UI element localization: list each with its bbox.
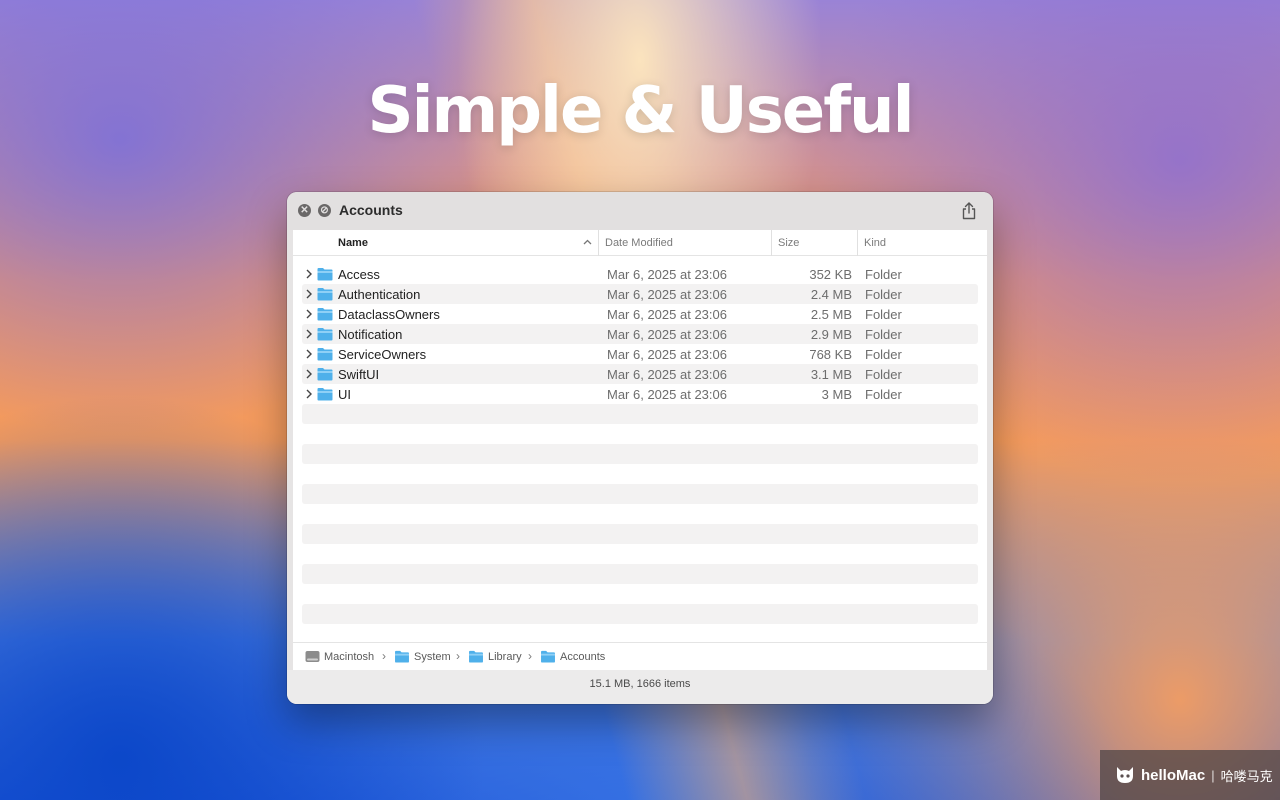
column-date-header[interactable]: Date Modified [598,230,771,256]
folder-icon [317,268,333,281]
disclosure-chevron-icon[interactable] [305,309,313,319]
file-size: 2.9 MB [810,327,852,342]
folder-icon [317,388,333,401]
path-item-label: System [414,650,451,663]
column-header: Name Date Modified Size Kind [293,230,987,256]
file-row[interactable]: UI Mar 6, 2025 at 23:06 3 MB Folder [302,384,978,404]
status-bar: 15.1 MB, 1666 items [287,670,993,704]
share-icon[interactable] [960,201,978,221]
file-rows: Access Mar 6, 2025 at 23:06 352 KB Folde… [302,264,978,664]
file-row[interactable]: ServiceOwners Mar 6, 2025 at 23:06 768 K… [302,344,978,364]
file-row[interactable]: SwiftUI Mar 6, 2025 at 23:06 3.1 MB Fold… [302,364,978,384]
path-item-label: Macintosh [324,650,375,663]
hard-drive-icon [305,651,320,662]
folder-icon [541,650,555,663]
file-date: Mar 6, 2025 at 23:06 [607,267,727,282]
column-name-header[interactable]: Name [338,230,598,256]
disclosure-chevron-icon[interactable] [305,389,313,399]
file-date: Mar 6, 2025 at 23:06 [607,327,727,342]
close-button[interactable]: ✕ [298,204,311,217]
file-row[interactable]: DataclassOwners Mar 6, 2025 at 23:06 2.5… [302,304,978,324]
path-separator: › [456,649,460,663]
folder-icon [469,650,483,663]
empty-row [302,524,978,544]
folder-icon [317,348,333,361]
empty-row [302,404,978,424]
file-name: UI [338,387,351,402]
file-kind: Folder [865,327,902,342]
path-separator: › [528,649,532,663]
file-date: Mar 6, 2025 at 23:06 [607,367,727,382]
file-kind: Folder [865,387,902,402]
file-row[interactable]: Access Mar 6, 2025 at 23:06 352 KB Folde… [302,264,978,284]
path-separator: › [382,649,386,663]
folder-icon [317,308,333,321]
file-date: Mar 6, 2025 at 23:06 [607,347,727,362]
disclosure-chevron-icon[interactable] [305,369,313,379]
file-name: Access [338,267,380,282]
file-name: Authentication [338,287,421,302]
window-title: Accounts [339,202,403,218]
folder-icon [317,368,333,381]
file-row[interactable]: Notification Mar 6, 2025 at 23:06 2.9 MB… [302,324,978,344]
file-size: 352 KB [809,267,852,282]
file-row[interactable]: Authentication Mar 6, 2025 at 23:06 2.4 … [302,284,978,304]
path-item-macintosh[interactable]: Macintosh [305,650,374,663]
watermark-separator: | [1211,767,1215,783]
file-kind: Folder [865,307,902,322]
empty-row [302,604,978,624]
disclosure-chevron-icon[interactable] [305,329,313,339]
minimize-button[interactable]: ⊘ [318,204,331,217]
empty-row [302,584,978,604]
file-kind: Folder [865,287,902,302]
hellomac-logo-icon [1117,767,1133,783]
headline: Simple & Useful [367,74,914,148]
file-size: 3.1 MB [810,367,852,382]
disclosure-chevron-icon[interactable] [305,289,313,299]
disclosure-chevron-icon[interactable] [305,269,313,279]
path-item-label: Accounts [560,650,606,663]
path-item-system[interactable]: System [394,650,451,663]
column-kind-header[interactable]: Kind [857,230,987,256]
path-item-label: Library [488,650,522,663]
file-size: 2.5 MB [810,307,852,322]
column-size-header[interactable]: Size [771,230,857,256]
empty-row [302,544,978,564]
title-bar[interactable]: ✕ ⊘ Accounts [287,192,993,230]
file-kind: Folder [865,367,902,382]
file-name: Notification [338,327,403,342]
path-item-accounts[interactable]: Accounts [540,650,605,663]
empty-row [302,504,978,524]
file-size: 768 KB [809,347,852,362]
file-kind: Folder [865,347,902,362]
disclosure-chevron-icon[interactable] [305,349,313,359]
file-kind: Folder [865,267,902,282]
empty-row [302,564,978,584]
watermark: helloMac | 哈喽马克 [1100,750,1280,800]
empty-row [302,624,978,644]
path-bar: Macintosh › System › Library › Accounts [293,642,987,670]
folder-icon [317,288,333,301]
watermark-chinese: 哈喽马克 [1220,768,1273,784]
file-date: Mar 6, 2025 at 23:06 [607,387,727,402]
finder-window: ✕ ⊘ Accounts Name Date Modified Size Kin… [287,192,993,704]
file-size: 3 MB [821,387,852,402]
sort-ascending-icon[interactable] [583,238,592,247]
empty-row [302,444,978,464]
empty-row [302,424,978,444]
file-date: Mar 6, 2025 at 23:06 [607,287,727,302]
folder-icon [317,328,333,341]
watermark-brand: helloMac [1141,766,1206,784]
path-item-library[interactable]: Library [468,650,522,663]
empty-row [302,484,978,504]
file-name: DataclassOwners [338,307,440,322]
empty-row [302,464,978,484]
file-name: ServiceOwners [338,347,427,362]
file-date: Mar 6, 2025 at 23:06 [607,307,727,322]
file-size: 2.4 MB [810,287,852,302]
file-list-pane: Name Date Modified Size Kind Access Mar … [293,230,987,670]
folder-icon [395,650,409,663]
file-name: SwiftUI [338,367,380,382]
